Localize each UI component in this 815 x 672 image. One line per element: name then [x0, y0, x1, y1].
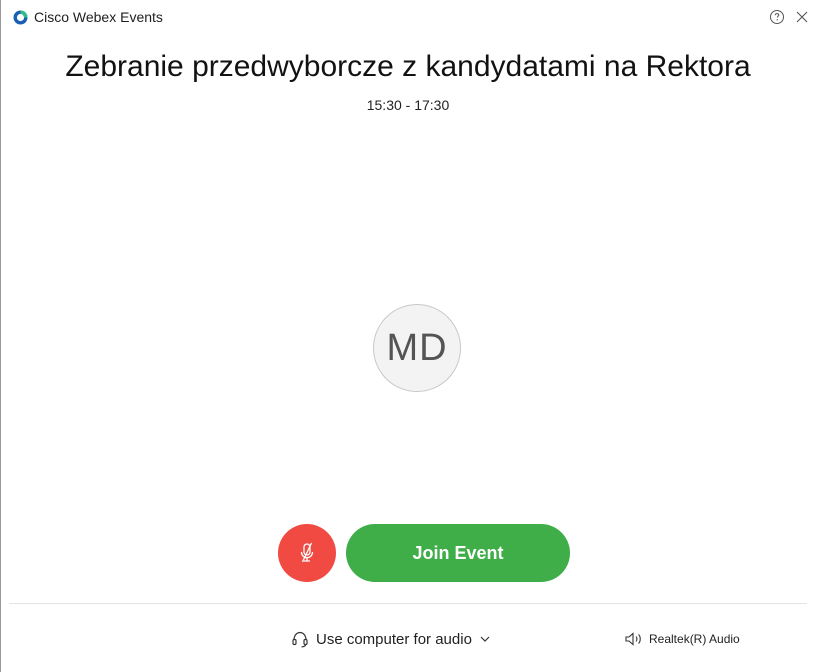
mute-button[interactable] [278, 524, 336, 582]
avatar: MD [373, 304, 461, 392]
microphone-muted-icon [297, 541, 317, 565]
webex-logo-icon [13, 10, 28, 25]
meeting-time: 15:30 - 17:30 [366, 97, 450, 113]
app-title: Cisco Webex Events [34, 9, 163, 25]
meeting-title: Zebranie przedwyborcze z kandydatami na … [65, 50, 751, 83]
audio-connection-label: Use computer for audio [316, 630, 472, 648]
title-bar: Cisco Webex Events [1, 0, 815, 36]
help-icon[interactable] [769, 9, 785, 25]
speaker-select[interactable]: Realtek(R) Audio [624, 631, 740, 647]
join-event-button[interactable]: Join Event [346, 524, 570, 582]
chevron-down-icon [479, 633, 491, 645]
speaker-label: Realtek(R) Audio [649, 632, 740, 646]
webex-events-window: Cisco Webex Events Zebranie przedwyborcz… [0, 0, 815, 672]
close-icon[interactable] [794, 9, 810, 25]
footer-divider [9, 603, 807, 604]
speaker-icon [624, 631, 644, 647]
avatar-initials: MD [386, 326, 448, 369]
audio-connection-select[interactable]: Use computer for audio [291, 630, 491, 648]
headset-icon [291, 630, 309, 648]
